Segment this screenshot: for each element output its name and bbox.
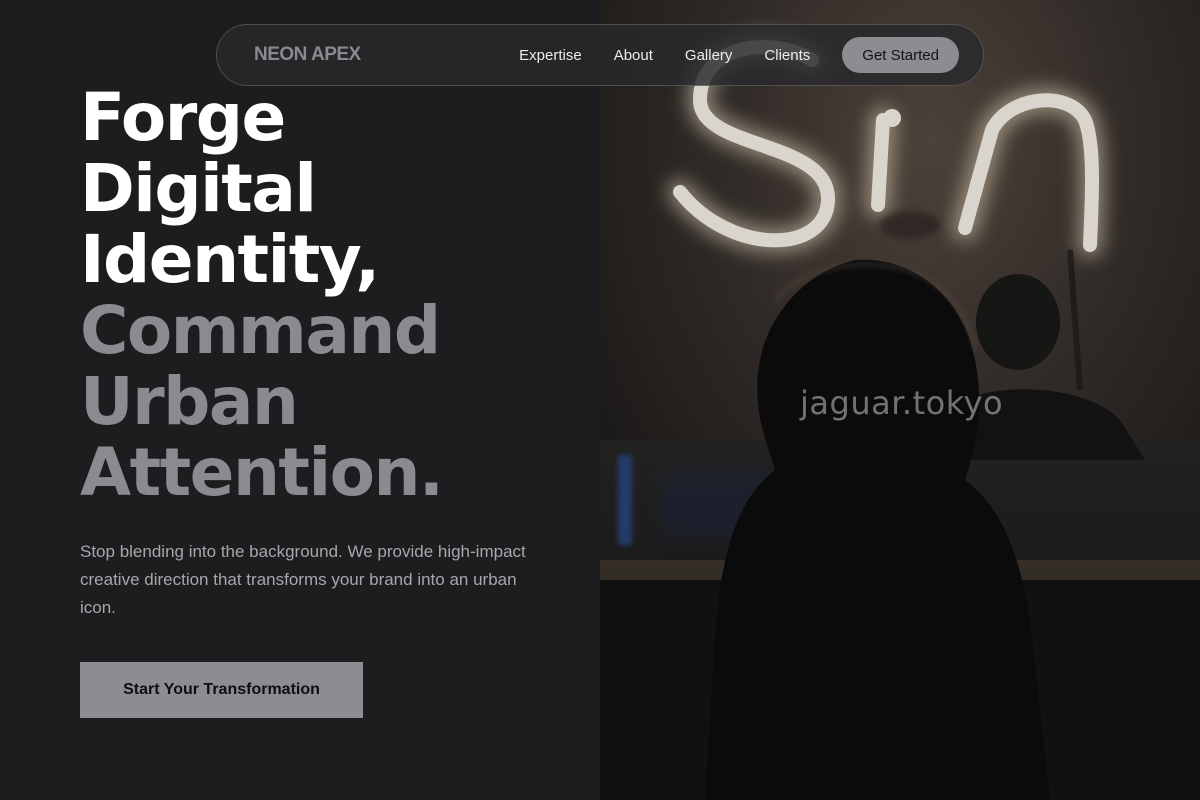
- nav-link-clients[interactable]: Clients: [764, 47, 810, 64]
- start-transformation-button[interactable]: Start Your Transformation: [80, 662, 363, 718]
- nav-links: Expertise About Gallery Clients Get Star…: [519, 37, 959, 73]
- nav-link-about[interactable]: About: [614, 47, 653, 64]
- nav-link-expertise[interactable]: Expertise: [519, 47, 582, 64]
- hero-headline: Forge Digital Identity, Command Urban At…: [80, 79, 444, 511]
- photo-watermark: jaguar.tokyo: [800, 384, 1004, 422]
- hero-description: Stop blending into the background. We pr…: [80, 542, 526, 617]
- headline-line-3: Identity,: [80, 221, 380, 298]
- headline-line-6: Attention.: [80, 434, 444, 511]
- headline-line-2: Digital: [80, 150, 317, 227]
- hero-photo: jaguar.tokyo: [600, 0, 1200, 800]
- navbar: NEON APEX Expertise About Gallery Client…: [216, 24, 984, 86]
- headline-line-1: Forge: [80, 79, 286, 156]
- nav-link-gallery[interactable]: Gallery: [685, 47, 733, 64]
- get-started-button[interactable]: Get Started: [842, 37, 959, 73]
- headline-line-4: Command: [80, 292, 441, 369]
- landing-page: jaguar.tokyo NEON APEX Expertise About G…: [0, 0, 1200, 800]
- brand-logo[interactable]: NEON APEX: [254, 44, 361, 66]
- headline-line-5: Urban: [80, 363, 299, 440]
